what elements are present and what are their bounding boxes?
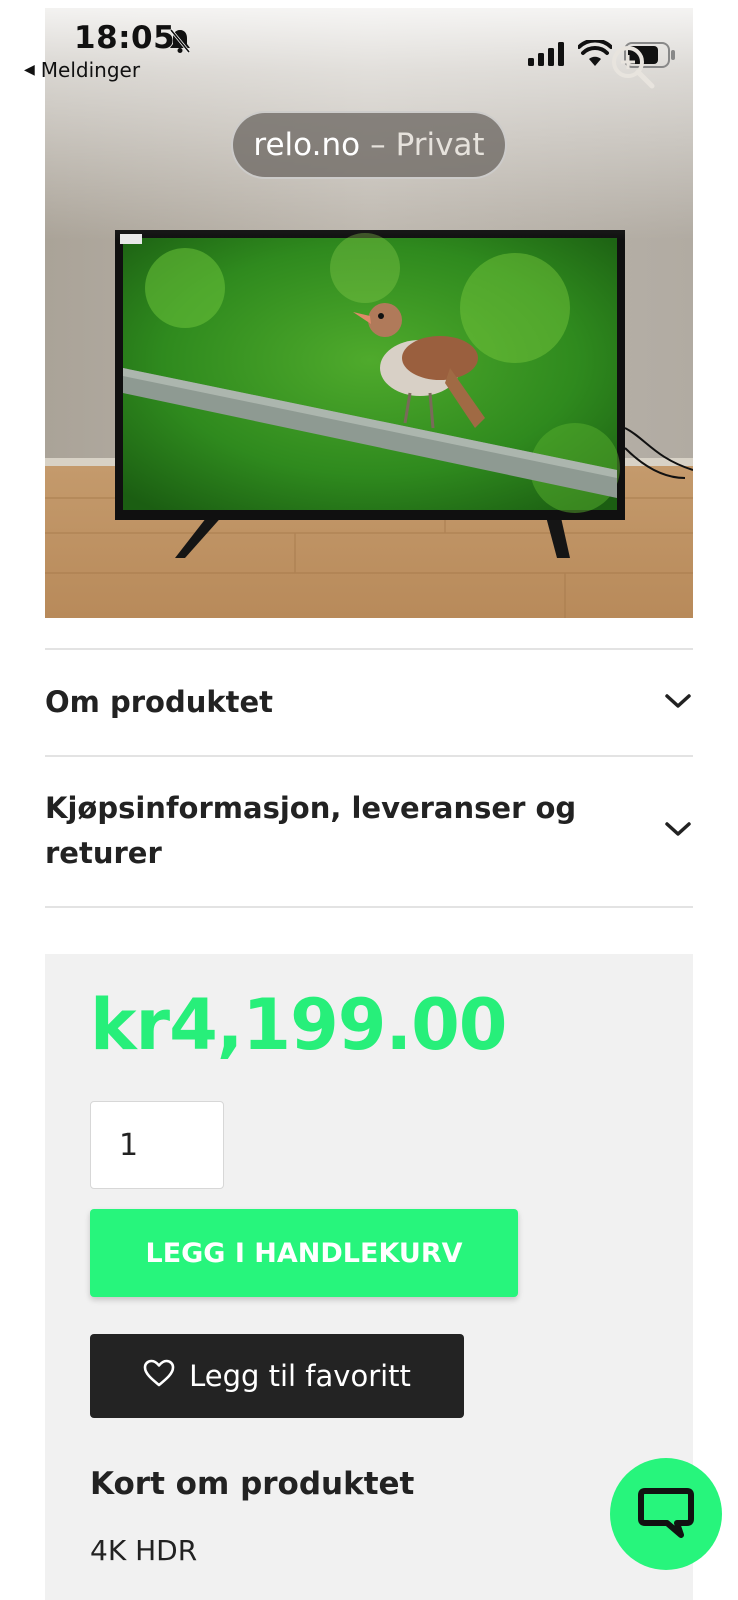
back-link-label: Meldinger: [40, 58, 141, 82]
quantity-input[interactable]: [90, 1101, 224, 1189]
chevron-down-icon[interactable]: [665, 693, 691, 713]
back-to-messages-link[interactable]: ◀ Meldinger: [24, 58, 140, 82]
product-price: kr4,199.00: [90, 984, 507, 1066]
zoom-in-icon[interactable]: [610, 44, 656, 94]
address-bar[interactable]: relo.no – Privat: [231, 111, 507, 179]
bell-slash-icon: [168, 28, 192, 58]
accordion-title: Om produktet: [45, 685, 274, 719]
accordion-title: Kjøpsinformasjon, leveranser og returer: [45, 791, 577, 870]
accordion-purchase-info[interactable]: Kjøpsinformasjon, leveranser og returer: [45, 786, 693, 876]
back-arrow-icon: ◀: [24, 62, 35, 78]
add-to-favorites-button[interactable]: Legg til favoritt: [90, 1334, 464, 1418]
cellular-signal-icon: [528, 42, 566, 70]
divider: [45, 755, 693, 757]
favorite-label: Legg til favoritt: [189, 1359, 411, 1393]
divider: [45, 648, 693, 650]
add-to-cart-button[interactable]: LEGG I HANDLEKURV: [90, 1209, 518, 1297]
wifi-icon: [577, 38, 613, 70]
chat-bubble-icon: [637, 1485, 695, 1543]
summary-heading: Kort om produktet: [90, 1466, 415, 1502]
private-mode-label: Privat: [395, 127, 485, 163]
summary-text: 4K HDR: [90, 1534, 198, 1567]
chat-button[interactable]: [610, 1458, 722, 1570]
status-time: 18:05: [74, 20, 176, 56]
accordion-about-product[interactable]: Om produktet: [45, 680, 693, 725]
product-image[interactable]: [45, 8, 693, 618]
chevron-down-icon[interactable]: [665, 821, 691, 841]
address-separator: –: [370, 127, 386, 163]
divider: [45, 906, 693, 908]
purchase-panel: kr4,199.00 LEGG I HANDLEKURV Legg til fa…: [45, 954, 693, 1600]
heart-icon: [143, 1359, 175, 1394]
address-domain: relo.no: [253, 127, 361, 163]
